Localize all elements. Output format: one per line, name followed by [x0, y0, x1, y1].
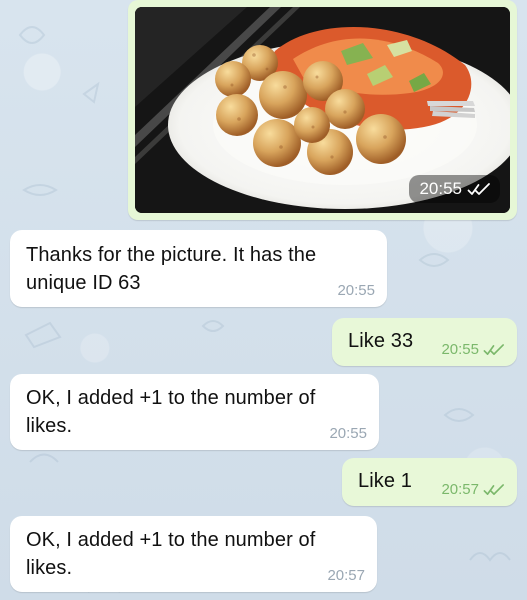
- message-time: 20:55: [329, 425, 367, 442]
- outgoing-message: Like 1 20:57: [342, 458, 517, 506]
- photo-time: 20:55: [419, 179, 462, 198]
- photo-timestamp-badge: 20:55: [409, 175, 500, 203]
- incoming-message: OK, I added +1 to the number of likes. 2…: [10, 374, 379, 450]
- message-meta: 20:57: [441, 481, 505, 498]
- double-check-icon: [467, 182, 490, 195]
- message-time: 20:55: [337, 282, 375, 299]
- double-check-icon: [483, 343, 504, 355]
- photo-message[interactable]: 20:55: [128, 0, 517, 220]
- message-time: 20:57: [441, 481, 479, 498]
- food-photo[interactable]: 20:55: [135, 7, 510, 213]
- message-meta: 20:55: [441, 341, 505, 358]
- message-time: 20:55: [441, 341, 479, 358]
- incoming-message: OK, I added +1 to the number of likes. 2…: [10, 516, 377, 592]
- message-meta: 20:57: [327, 567, 365, 584]
- message-meta: 20:55: [329, 425, 367, 442]
- message-text: OK, I added +1 to the number of likes.: [26, 387, 316, 437]
- outgoing-message: Like 33 20:55: [332, 318, 517, 366]
- message-time: 20:57: [327, 567, 365, 584]
- double-check-icon: [483, 483, 504, 495]
- incoming-message: Thanks for the picture. It has the uniqu…: [10, 230, 387, 307]
- message-meta: 20:55: [337, 282, 375, 299]
- message-text: Thanks for the picture. It has the uniqu…: [26, 244, 317, 294]
- message-text: OK, I added +1 to the number of likes.: [26, 529, 316, 579]
